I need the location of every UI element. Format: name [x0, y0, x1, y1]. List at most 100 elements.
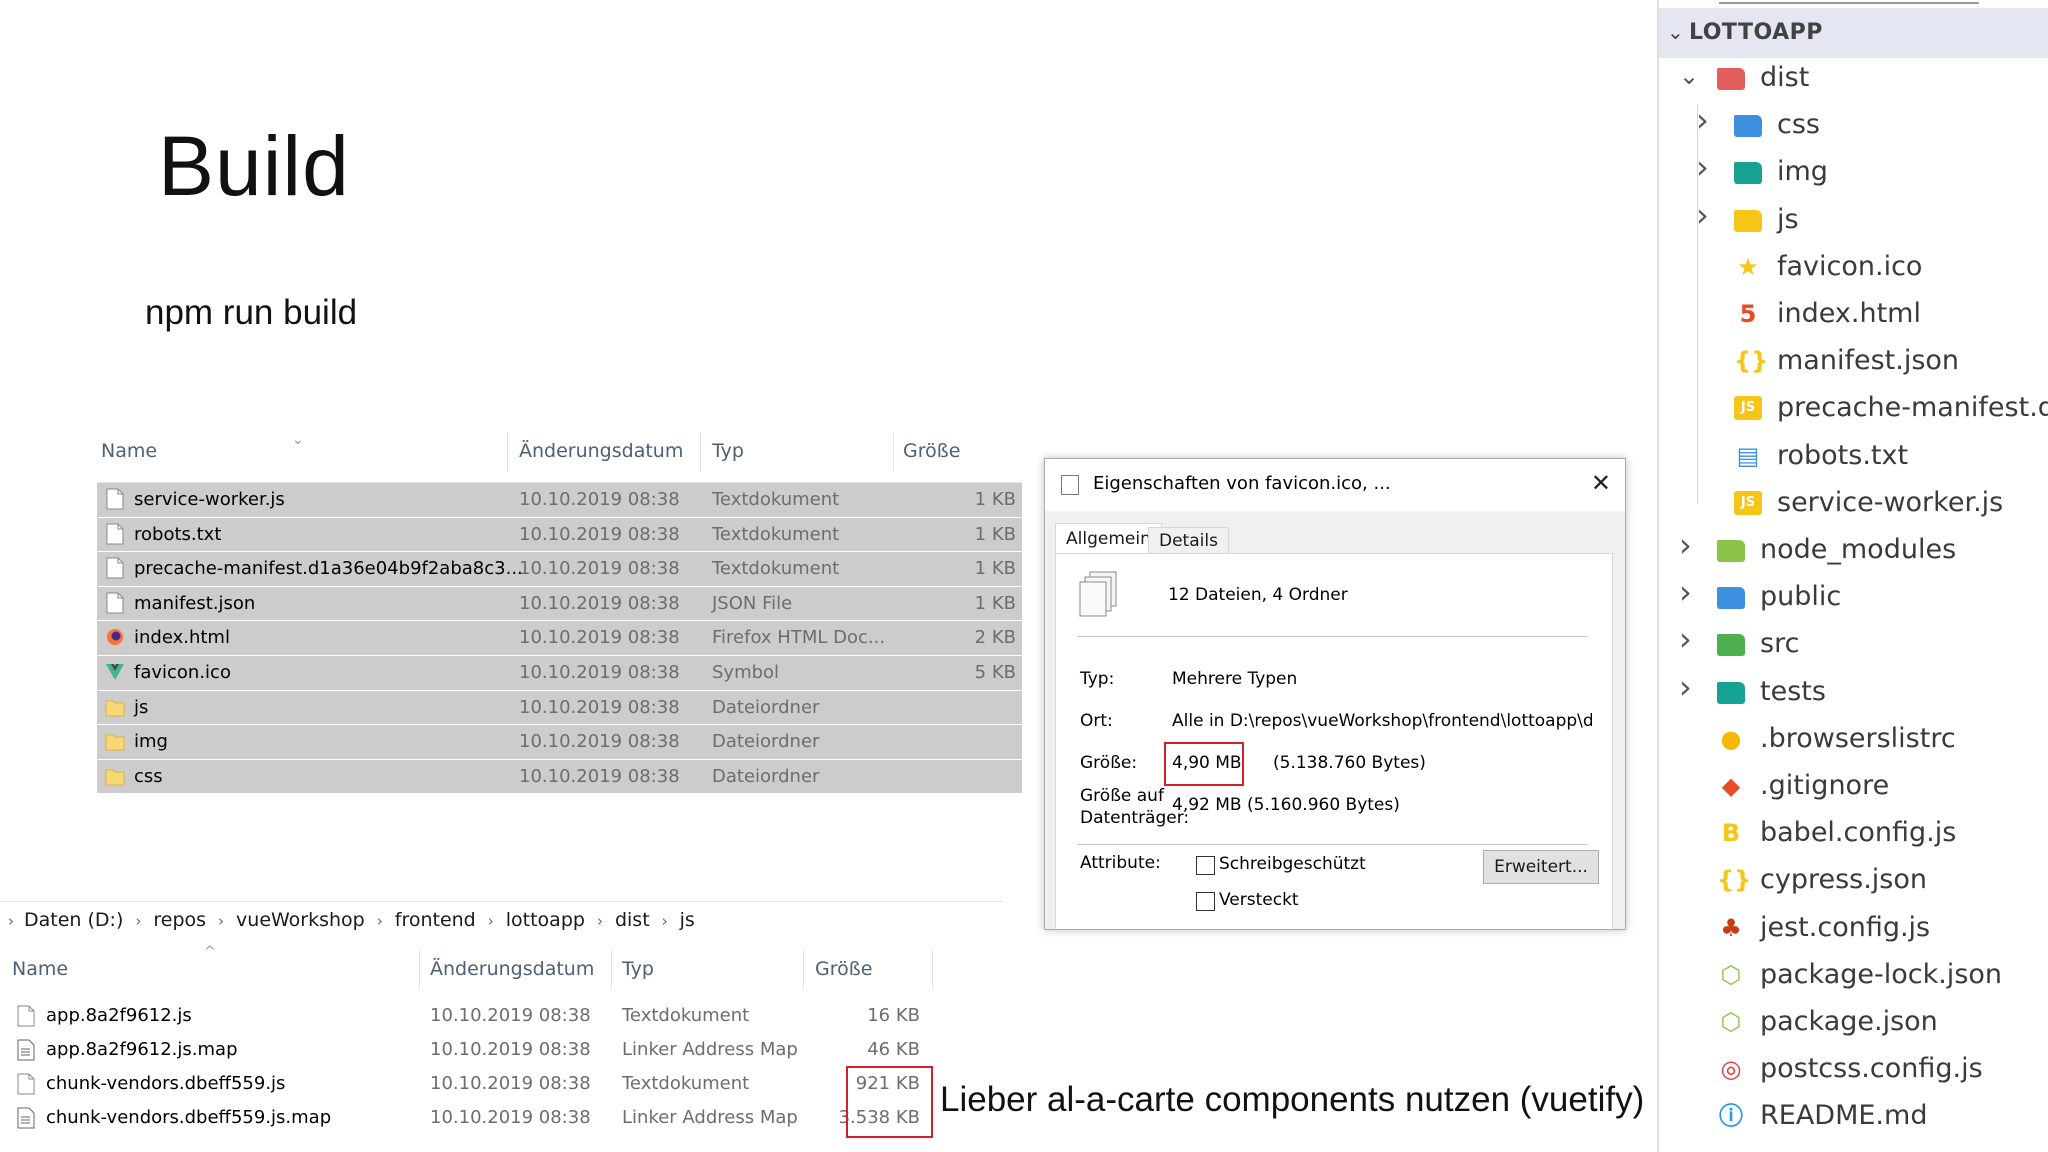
tree-item[interactable]: › tests: [1659, 668, 2048, 718]
hidden-checkbox[interactable]: [1196, 892, 1215, 911]
breadcrumb-item[interactable]: repos: [153, 909, 206, 931]
tree-item[interactable]: {} manifest.json: [1676, 341, 2048, 387]
tree-item[interactable]: › img: [1676, 148, 2048, 198]
column-divider[interactable]: [419, 950, 420, 990]
tree-item[interactable]: 5 index.html: [1676, 294, 2048, 340]
table-row[interactable]: css 10.10.2019 08:38 Dateiordner: [97, 760, 1022, 795]
tree-item[interactable]: ⬡ package.json: [1659, 1002, 2048, 1048]
chevron-right-icon[interactable]: ›: [1696, 196, 1709, 234]
chevron-right-icon[interactable]: ›: [1679, 573, 1692, 611]
readonly-checkbox-label[interactable]: Schreibgeschützt: [1219, 854, 1366, 874]
table-row[interactable]: robots.txt 10.10.2019 08:38 Textdokument 1 …: [97, 518, 1022, 553]
hidden-checkbox-label[interactable]: Versteckt: [1219, 890, 1299, 910]
size-highlight-box: [1164, 742, 1244, 786]
column-header-size[interactable]: Größe: [815, 958, 872, 980]
column-header-size[interactable]: Größe: [903, 440, 960, 462]
tree-item[interactable]: {} cypress.json: [1659, 860, 2048, 906]
column-divider[interactable]: [893, 432, 894, 472]
file-name: precache-manifest.d1a36e04b9f2aba8c3...: [134, 558, 523, 580]
tree-item[interactable]: ▤ robots.txt: [1676, 436, 2048, 482]
workspace-root-label: LOTTOAPP: [1689, 20, 1823, 45]
breadcrumb[interactable]: › Daten (D:) › repos › vueWorkshop › frontend › l…: [8, 909, 695, 931]
folder-icon: [105, 730, 125, 752]
column-divider[interactable]: [611, 950, 612, 990]
table-row[interactable]: app.8a2f9612.js.map 10.10.2019 08:38 Linke…: [0, 1034, 940, 1068]
table-row[interactable]: index.html 10.10.2019 08:38 Firefox HTML D…: [97, 621, 1022, 656]
breadcrumb-item[interactable]: js: [680, 909, 695, 931]
tree-item[interactable]: Bbabel.config.js: [1659, 813, 2048, 859]
breadcrumb-item[interactable]: lottoapp: [506, 909, 585, 931]
tree-item-label: .browserslistrc: [1760, 722, 1956, 754]
column-header-date[interactable]: Änderungsdatum: [430, 958, 594, 980]
json-file-icon: [105, 592, 124, 614]
chevron-down-icon[interactable]: ⌄: [1679, 62, 1699, 90]
file-date: 10.10.2019 08:38: [430, 1039, 591, 1060]
file-type: Linker Address Map: [622, 1107, 798, 1128]
tab-panel-allgemein: 12 Dateien, 4 Ordner Typ: Mehrere Typen …: [1055, 553, 1613, 929]
column-header-name[interactable]: Name: [101, 440, 157, 462]
file-type: Dateiordner: [712, 696, 820, 718]
table-row[interactable]: service-worker.js 10.10.2019 08:38 Textdok…: [97, 483, 1022, 518]
breadcrumb-item[interactable]: dist: [615, 909, 650, 931]
column-header-type[interactable]: Typ: [712, 440, 744, 462]
chevron-right-icon[interactable]: ›: [1679, 668, 1692, 706]
table-row[interactable]: favicon.ico 10.10.2019 08:38 Symbol 5 KB: [97, 656, 1022, 691]
chevron-right-icon[interactable]: ›: [1679, 526, 1692, 564]
properties-dialog: Eigenschaften von favicon.ico, ... ✕ All…: [1044, 458, 1626, 930]
table-row[interactable]: img 10.10.2019 08:38 Dateiordner: [97, 725, 1022, 760]
tree-item[interactable]: ◆ .gitignore: [1659, 766, 2048, 812]
explorer-section-header[interactable]: ⌄ LOTTOAPP: [1659, 8, 2048, 58]
column-divider[interactable]: [932, 950, 933, 990]
tree-item[interactable]: › node_modules: [1659, 526, 2048, 576]
tree-item[interactable]: › public: [1659, 573, 2048, 623]
table-row[interactable]: chunk-vendors.dbeff559.js 10.10.2019 08:3…: [0, 1068, 940, 1102]
selected-rows: service-worker.js 10.10.2019 08:38 Textdok…: [97, 483, 1022, 795]
tree-item-label: service-worker.js: [1777, 486, 2004, 518]
column-header-date[interactable]: Änderungsdatum: [519, 440, 683, 462]
close-icon[interactable]: ✕: [1591, 469, 1611, 497]
breadcrumb-item[interactable]: vueWorkshop: [236, 909, 365, 931]
tree-item[interactable]: ★ favicon.ico: [1676, 247, 2048, 293]
file-size: 46 KB: [867, 1039, 920, 1060]
tree-item[interactable]: ♣ jest.config.js: [1659, 908, 2048, 954]
file-type: Symbol: [712, 661, 780, 683]
sort-up-icon[interactable]: ^: [204, 944, 216, 960]
tree-item[interactable]: › css: [1676, 101, 2048, 151]
tree-item[interactable]: JS precache-manifest.d1: [1676, 388, 2048, 434]
sort-chevron-icon[interactable]: ⌄: [292, 432, 304, 448]
tree-item[interactable]: ⓘ README.md: [1659, 1096, 2048, 1142]
table-row[interactable]: js 10.10.2019 08:38 Dateiordner: [97, 691, 1022, 726]
table-row[interactable]: manifest.json 10.10.2019 08:38 JSON File 1 …: [97, 587, 1022, 622]
table-row[interactable]: chunk-vendors.dbeff559.js.map 10.10.2019 …: [0, 1102, 940, 1136]
column-header-type[interactable]: Typ: [622, 958, 654, 980]
tree-item[interactable]: › src: [1659, 620, 2048, 670]
tab-details[interactable]: Details: [1148, 527, 1229, 554]
column-divider[interactable]: [700, 432, 701, 472]
tree-item-label: node_modules: [1760, 534, 1957, 565]
advanced-button[interactable]: Erweitert...: [1483, 850, 1599, 884]
breadcrumb-item[interactable]: frontend: [395, 909, 476, 931]
column-header-name[interactable]: Name: [12, 958, 68, 980]
table-row[interactable]: app.8a2f9612.js 10.10.2019 08:38 Textdokum…: [0, 1000, 940, 1034]
chevron-right-icon[interactable]: ›: [1696, 148, 1709, 186]
table-row[interactable]: precache-manifest.d1a36e04b9f2aba8c3... 1…: [97, 552, 1022, 587]
tree-item[interactable]: JS service-worker.js: [1676, 483, 2048, 529]
tree-item[interactable]: › js: [1676, 196, 2048, 246]
readonly-checkbox[interactable]: [1196, 856, 1215, 875]
folder-img-icon: [1734, 162, 1762, 185]
file-name: app.8a2f9612.js: [46, 1005, 192, 1026]
column-divider[interactable]: [803, 950, 804, 990]
tree-item[interactable]: ● .browserslistrc: [1659, 719, 2048, 765]
tree-item-label: robots.txt: [1777, 439, 1909, 471]
breadcrumb-item[interactable]: Daten (D:): [24, 909, 123, 931]
tree-item[interactable]: ⬡ package-lock.json: [1659, 955, 2048, 1001]
js-file-icon: JS: [1734, 490, 1762, 515]
text-doc-icon: ▤: [1736, 441, 1760, 470]
tree-item[interactable]: ⌄ dist: [1659, 58, 2048, 104]
chevron-right-icon: ›: [135, 912, 142, 930]
tab-allgemein[interactable]: Allgemein: [1055, 523, 1162, 554]
tree-item[interactable]: ◎ postcss.config.js: [1659, 1049, 2048, 1095]
chevron-right-icon[interactable]: ›: [1679, 620, 1692, 658]
chevron-right-icon[interactable]: ›: [1696, 101, 1709, 139]
column-divider[interactable]: [507, 432, 508, 472]
